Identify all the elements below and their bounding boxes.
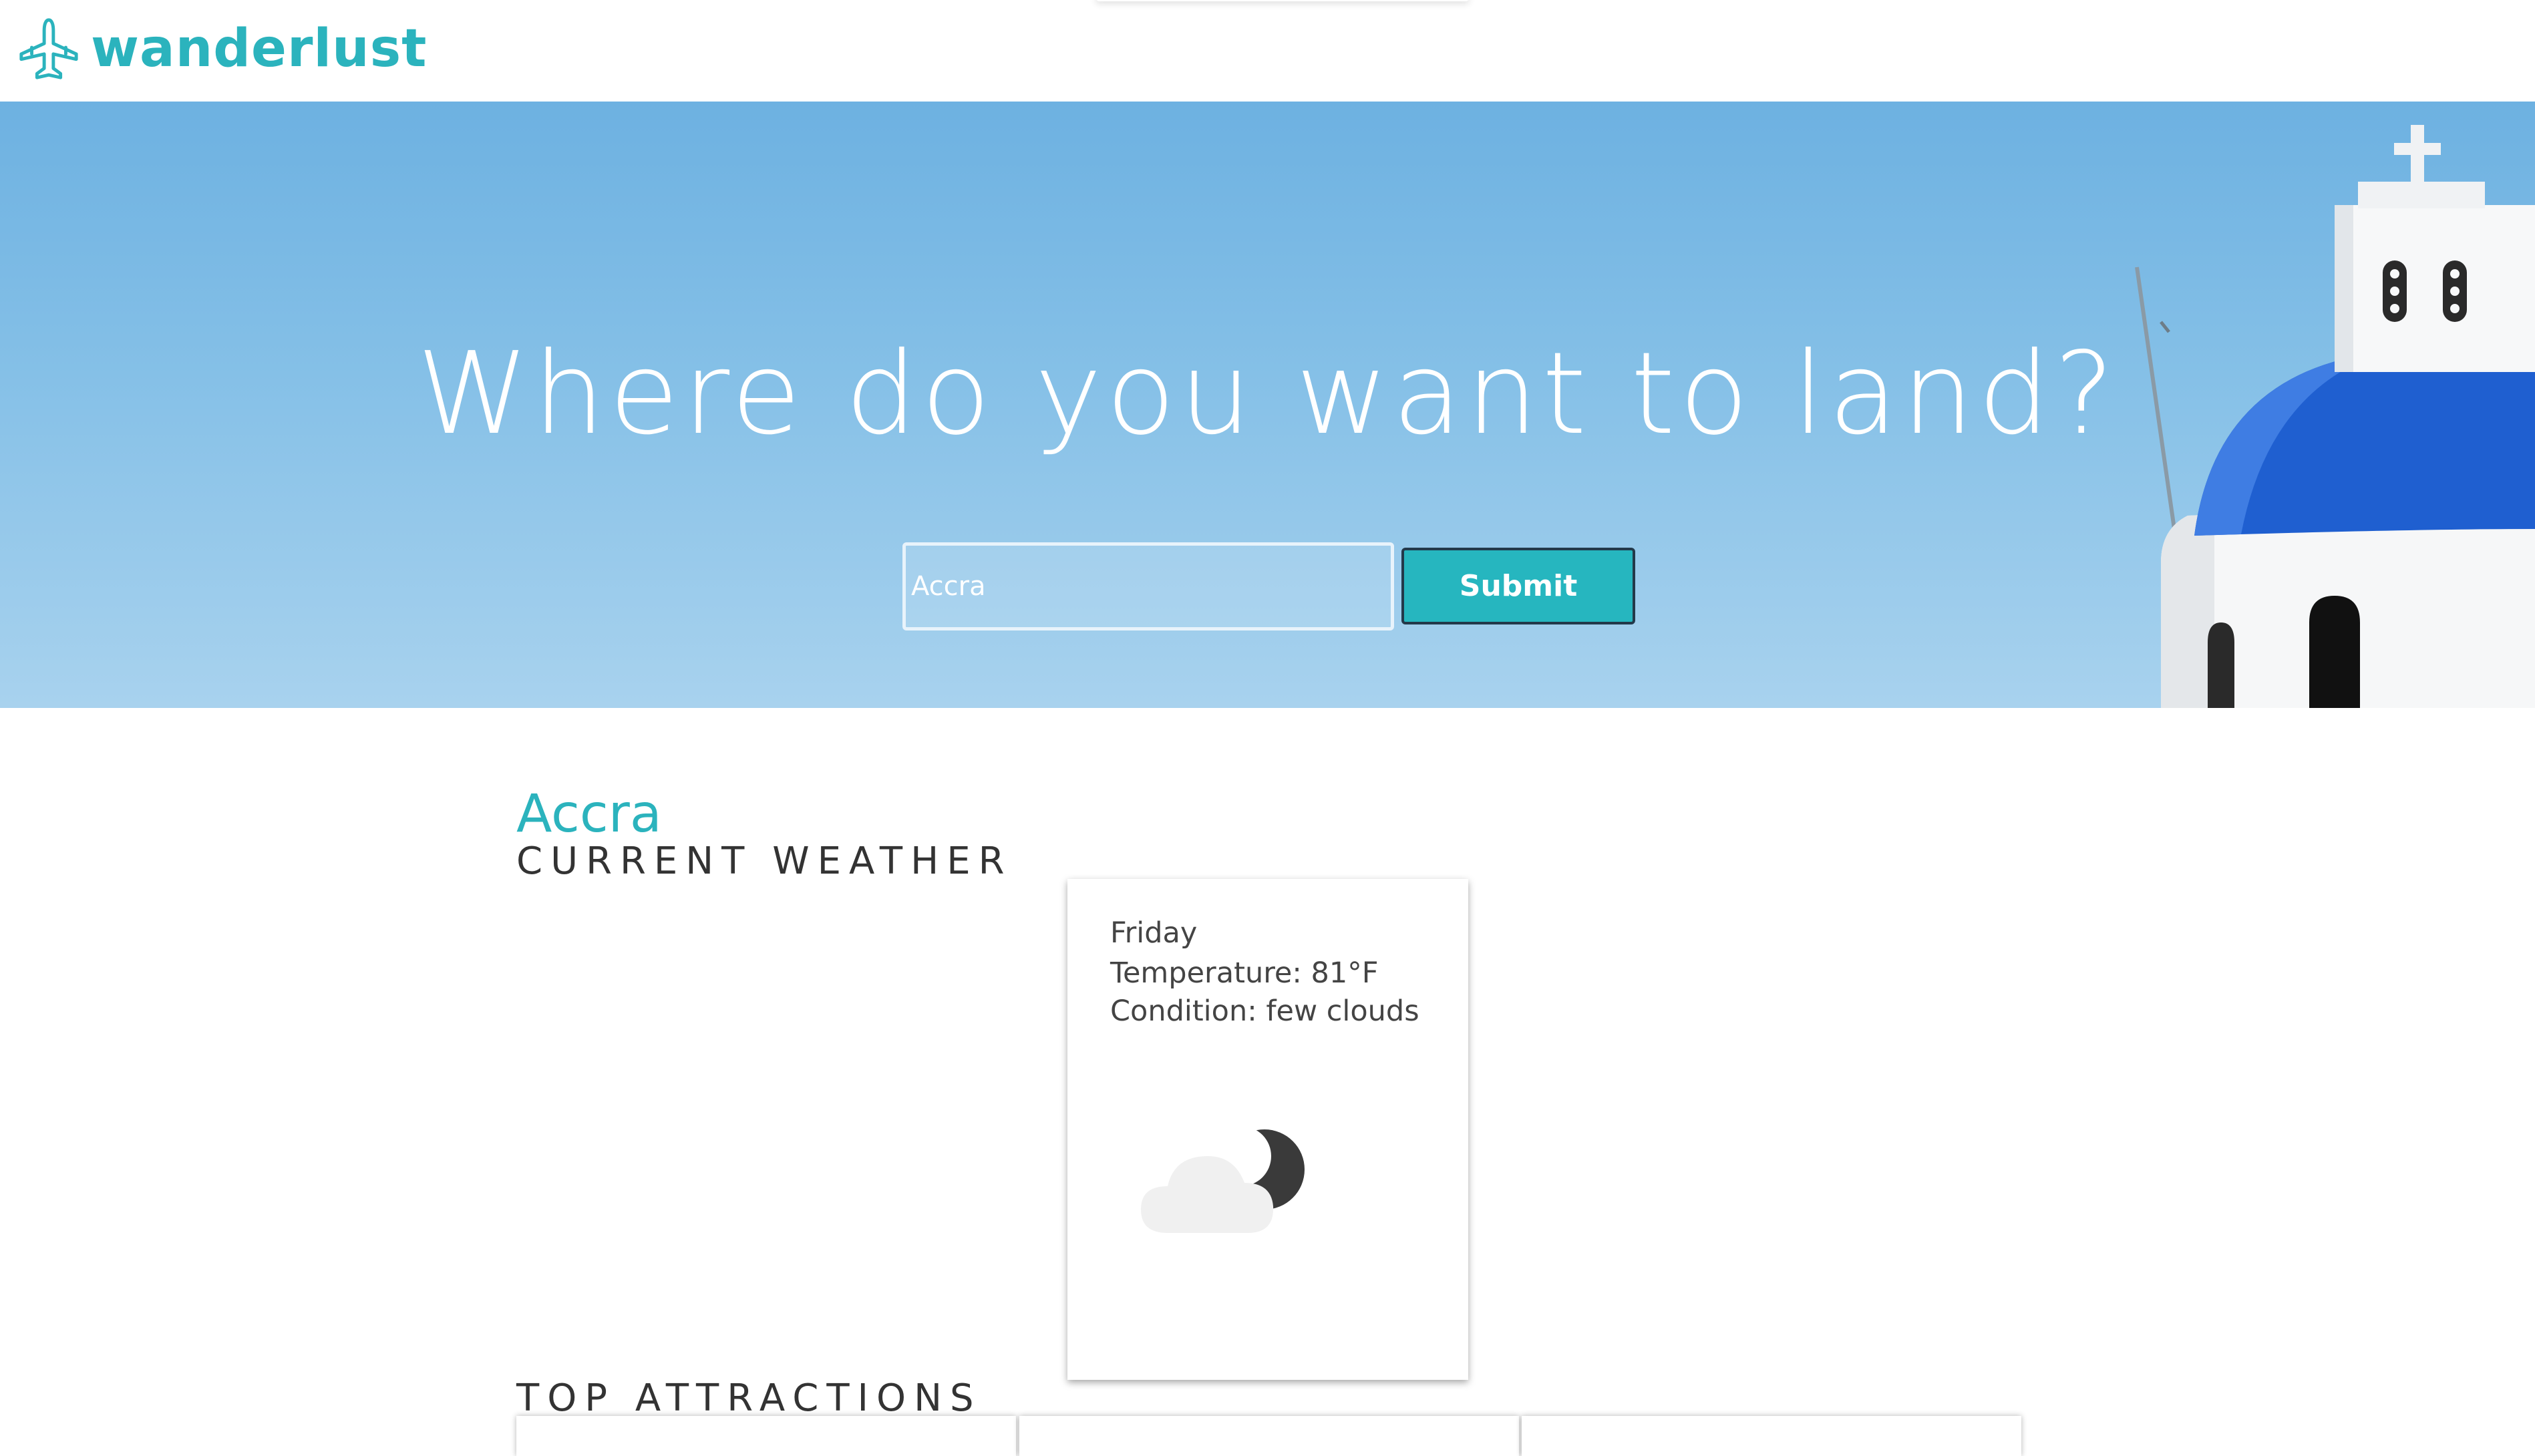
submit-button[interactable]: Submit — [1401, 548, 1635, 624]
top-attractions-heading: TOP ATTRACTIONS — [516, 1377, 982, 1420]
attraction-card[interactable] — [1019, 1416, 1519, 1456]
attraction-card[interactable] — [1522, 1416, 2021, 1456]
brand-name: wanderlust — [91, 19, 428, 79]
brand-logo[interactable]: wanderlust — [16, 15, 427, 83]
weather-condition: Condition: few clouds — [1110, 994, 1419, 1028]
current-weather-heading: CURRENT WEATHER — [516, 840, 1013, 883]
city-title: Accra — [516, 784, 662, 844]
attractions-list — [516, 1416, 2021, 1456]
site-header: wanderlust — [0, 0, 2535, 102]
weather-temperature: Temperature: 81°F — [1110, 956, 1379, 990]
weather-card: Friday Temperature: 81°F Condition: few … — [1067, 879, 1468, 1380]
weather-day: Friday — [1110, 916, 1198, 950]
few-clouds-night-icon — [1141, 1126, 1305, 1233]
hero-title: Where do you want to land? — [416, 328, 2119, 460]
destination-search-input[interactable] — [902, 542, 1394, 630]
attraction-card[interactable] — [516, 1416, 1016, 1456]
airplane-icon — [19, 18, 78, 79]
header-dropdown-edge — [1095, 0, 1470, 1]
